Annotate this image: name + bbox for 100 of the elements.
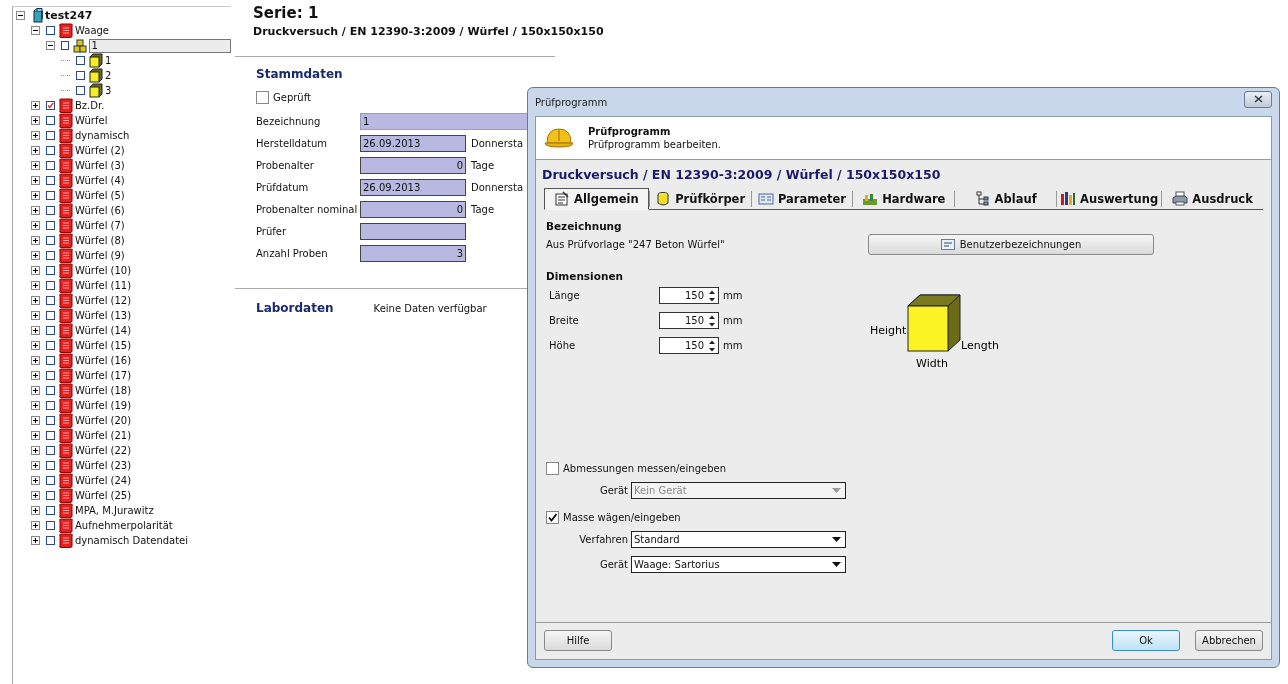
input-field[interactable]: 26.09.2013 bbox=[360, 135, 466, 152]
checkbox[interactable] bbox=[46, 356, 55, 365]
tab[interactable]: Auswertung bbox=[1057, 189, 1162, 209]
checkbox[interactable] bbox=[546, 510, 559, 524]
tree-item[interactable]: Würfel (16) bbox=[74, 355, 133, 366]
expand-toggle[interactable] bbox=[31, 356, 40, 365]
expand-toggle[interactable] bbox=[31, 461, 40, 470]
checkbox[interactable] bbox=[46, 431, 55, 440]
close-button[interactable] bbox=[1244, 90, 1272, 108]
checkbox[interactable] bbox=[46, 131, 55, 140]
tree-item[interactable]: Würfel (14) bbox=[74, 325, 133, 336]
checkbox[interactable] bbox=[46, 506, 55, 515]
tab[interactable]: Ausdruck bbox=[1162, 189, 1263, 209]
tab[interactable]: Hardware bbox=[853, 189, 955, 209]
dialog-button[interactable]: Hilfe bbox=[544, 630, 612, 651]
checkbox[interactable] bbox=[46, 176, 55, 185]
checkbox[interactable] bbox=[46, 26, 55, 35]
checkbox[interactable] bbox=[46, 116, 55, 125]
collapse-toggle[interactable] bbox=[16, 11, 25, 20]
expand-toggle[interactable] bbox=[31, 536, 40, 545]
checkbox[interactable] bbox=[76, 71, 85, 80]
tree-item[interactable]: Würfel (6) bbox=[74, 205, 126, 216]
checkbox[interactable] bbox=[46, 461, 55, 470]
expand-toggle[interactable] bbox=[31, 431, 40, 440]
expand-toggle[interactable] bbox=[31, 161, 40, 170]
input-field[interactable] bbox=[360, 223, 466, 240]
expand-toggle[interactable] bbox=[31, 131, 40, 140]
tree-item[interactable]: MPA, M.Jurawitz bbox=[74, 505, 155, 516]
tree-item[interactable]: Würfel (11) bbox=[74, 280, 133, 291]
tree-item[interactable]: Würfel (8) bbox=[74, 235, 126, 246]
tree-item[interactable]: Würfel (15) bbox=[74, 340, 133, 351]
tree-item[interactable]: 1 bbox=[89, 38, 231, 53]
tree-item[interactable]: Würfel (7) bbox=[74, 220, 126, 231]
number-spinner[interactable]: 150 bbox=[659, 312, 719, 329]
expand-toggle[interactable] bbox=[31, 401, 40, 410]
tree-item[interactable]: Würfel (20) bbox=[74, 415, 133, 426]
expand-toggle[interactable] bbox=[31, 176, 40, 185]
tree-item[interactable]: 1 bbox=[104, 55, 113, 66]
tree-item[interactable]: Würfel (24) bbox=[74, 475, 133, 486]
checkbox[interactable] bbox=[46, 521, 55, 530]
tree-item[interactable]: Würfel (13) bbox=[74, 310, 133, 321]
expand-toggle[interactable] bbox=[31, 311, 40, 320]
checkbox[interactable] bbox=[46, 341, 55, 350]
expand-toggle[interactable] bbox=[31, 206, 40, 215]
expand-toggle[interactable] bbox=[31, 296, 40, 305]
tab[interactable]: Allgemein bbox=[544, 188, 649, 210]
tree-item[interactable]: Würfel (2) bbox=[74, 145, 126, 156]
input-field[interactable]: 0 bbox=[360, 201, 466, 218]
tab[interactable]: Prüfkörper bbox=[649, 189, 751, 209]
tree-item[interactable]: Aufnehmerpolarität bbox=[74, 520, 174, 531]
tab[interactable]: Parameter bbox=[751, 189, 853, 209]
tree-item[interactable]: test247 bbox=[44, 9, 94, 22]
checkbox[interactable] bbox=[46, 161, 55, 170]
checkbox[interactable] bbox=[46, 146, 55, 155]
tree-item[interactable]: 2 bbox=[104, 70, 113, 81]
collapse-toggle[interactable] bbox=[46, 41, 55, 50]
checkbox[interactable] bbox=[546, 461, 559, 475]
expand-toggle[interactable] bbox=[31, 386, 40, 395]
tree-item[interactable]: 3 bbox=[104, 85, 113, 96]
checkbox[interactable] bbox=[46, 476, 55, 485]
expand-toggle[interactable] bbox=[31, 116, 40, 125]
checkbox[interactable] bbox=[256, 91, 269, 104]
tree-item[interactable]: Würfel (21) bbox=[74, 430, 133, 441]
checkbox[interactable] bbox=[46, 386, 55, 395]
number-spinner[interactable]: 150 bbox=[659, 287, 719, 304]
tree-item[interactable]: Würfel (19) bbox=[74, 400, 133, 411]
checkbox[interactable] bbox=[46, 281, 55, 290]
tree-item[interactable]: Waage bbox=[74, 25, 110, 36]
expand-toggle[interactable] bbox=[31, 326, 40, 335]
input-field[interactable]: 0 bbox=[360, 157, 466, 174]
dialog-button[interactable]: Ok bbox=[1112, 630, 1180, 651]
expand-toggle[interactable] bbox=[31, 146, 40, 155]
expand-toggle[interactable] bbox=[31, 251, 40, 260]
expand-toggle[interactable] bbox=[31, 191, 40, 200]
expand-toggle[interactable] bbox=[31, 236, 40, 245]
expand-toggle[interactable] bbox=[31, 371, 40, 380]
expand-toggle[interactable] bbox=[31, 281, 40, 290]
tree-item[interactable]: Würfel (9) bbox=[74, 250, 126, 261]
tab[interactable]: Ablauf bbox=[955, 189, 1057, 209]
tree-item[interactable]: Würfel bbox=[74, 115, 109, 126]
tree-item[interactable]: Würfel (22) bbox=[74, 445, 133, 456]
tree-item[interactable]: Würfel (18) bbox=[74, 385, 133, 396]
tree-item[interactable]: Würfel (12) bbox=[74, 295, 133, 306]
tree-item[interactable]: Bz.Dr. bbox=[74, 100, 106, 111]
tree-item[interactable]: Würfel (10) bbox=[74, 265, 133, 276]
checkbox[interactable] bbox=[46, 296, 55, 305]
checkbox[interactable] bbox=[46, 191, 55, 200]
expand-toggle[interactable] bbox=[31, 476, 40, 485]
checkbox[interactable] bbox=[46, 251, 55, 260]
expand-toggle[interactable] bbox=[31, 101, 40, 110]
checkbox[interactable] bbox=[46, 266, 55, 275]
expand-toggle[interactable] bbox=[31, 521, 40, 530]
number-spinner[interactable]: 150 bbox=[659, 337, 719, 354]
tree-item[interactable]: Würfel (25) bbox=[74, 490, 133, 501]
checkbox[interactable] bbox=[46, 416, 55, 425]
checkbox[interactable] bbox=[46, 236, 55, 245]
checkbox[interactable] bbox=[46, 491, 55, 500]
expand-toggle[interactable] bbox=[31, 416, 40, 425]
checkbox[interactable] bbox=[61, 41, 70, 50]
checkbox[interactable] bbox=[46, 371, 55, 380]
